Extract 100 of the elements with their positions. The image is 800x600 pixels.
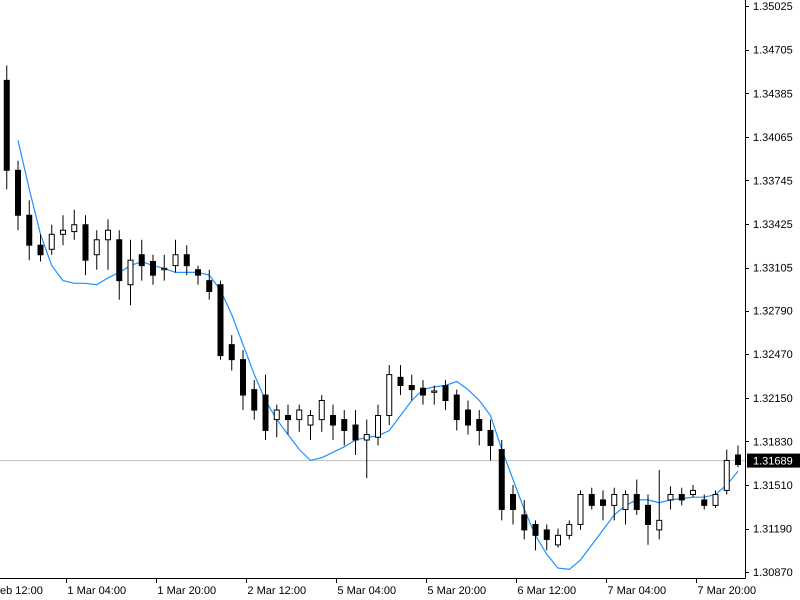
candlestick [71,209,78,240]
tick-mark [744,354,750,355]
candlestick [668,486,674,510]
candlestick [352,410,358,456]
candlestick [240,350,246,411]
candlestick [521,499,528,540]
tick-mark [744,398,750,399]
candlestick [645,494,651,546]
time-label: 1 Mar 04:00 [67,585,126,597]
candlestick [38,234,44,262]
candlestick [488,419,494,461]
tick-mark [336,578,337,584]
price-label: 1.34385 [753,88,793,100]
candlestick [678,487,685,506]
tick-mark [744,224,750,225]
candlestick [138,239,145,282]
candlestick [116,230,122,300]
price-label: 1.33745 [753,176,793,188]
candlestick [262,374,268,440]
candlestick [375,404,381,446]
candlestick [398,364,404,396]
candlestick [408,374,415,401]
price-label: 1.32470 [753,349,793,362]
candlestick [431,385,438,406]
time-label: 1 Mar 20:00 [157,585,216,597]
candlestick [184,244,190,276]
candlestick [60,214,66,246]
candlestick [588,487,595,510]
time-label: 5 Mar 04:00 [337,585,396,597]
candlestick [285,404,291,436]
tick-mark [744,572,750,573]
price-label: 1.30870 [753,567,793,580]
candlestick [611,487,618,521]
tick-mark [606,578,607,584]
candlestick [712,490,718,509]
candlestick [465,400,471,436]
tick-mark [744,180,750,181]
price-label: 1.31830 [753,436,793,448]
candlestick [172,239,178,273]
candlestick [510,484,516,525]
tick-mark [696,578,697,584]
tick-mark [744,6,750,7]
candlestick [195,265,201,286]
tick-mark [744,441,750,442]
tick-mark [744,311,750,312]
price-label: 1.32150 [753,392,793,405]
price-label: 1.33425 [753,219,793,232]
candlestick [442,380,448,411]
candlestick [701,494,708,510]
candlestick [274,404,280,438]
candlestick [724,449,730,495]
price-label: 1.32790 [753,306,793,318]
time-label: 7 Mar 20:00 [697,585,756,597]
candlestick [420,380,426,406]
tick-mark [156,578,157,584]
candlestick [634,479,640,516]
candlestick [544,524,550,551]
candlestick [94,230,100,270]
candlestick [622,490,628,525]
tick-mark [744,485,750,486]
candlestick [206,269,212,300]
candlestick [386,364,392,426]
candlestick [82,214,88,276]
candlestick [128,239,134,306]
candlestick [15,160,21,231]
candlestick [476,410,482,446]
price-label: 1.34065 [753,132,793,144]
candlestick [690,484,696,498]
time-label: 2 Mar 12:00 [247,585,306,597]
candlestick [161,254,168,282]
time-label: 6 Mar 12:00 [517,585,576,597]
candlestick [364,419,370,479]
candlestick [296,404,302,432]
price-label: 1.31190 [753,524,792,536]
candlestick [656,469,662,540]
candlestick [555,528,561,548]
candlestick [105,218,111,270]
candlestick [150,254,156,286]
time-label: 7 Mar 04:00 [607,585,666,597]
tick-mark [744,529,750,530]
tick-mark [744,137,750,138]
candlestick [600,490,606,521]
price-label: 1.34705 [753,44,793,57]
candlestick [341,410,348,446]
time-label: 5 Mar 20:00 [427,585,486,597]
candlestick [454,389,460,431]
tick-mark [426,578,427,584]
price-label: 1.35025 [753,1,793,14]
candlestick [532,520,538,551]
tick-mark [246,578,247,584]
candlestick [251,380,258,420]
ref-line-label: 1.31689 [753,456,793,468]
tick-mark [744,50,750,51]
tick-mark [516,578,517,584]
time-label: eb 12:00 [0,585,43,597]
tick-mark [744,268,750,269]
price-label: 1.33105 [753,262,793,275]
price-label: 1.31510 [753,480,793,492]
candlestick [318,394,325,432]
candlestick [330,404,336,440]
